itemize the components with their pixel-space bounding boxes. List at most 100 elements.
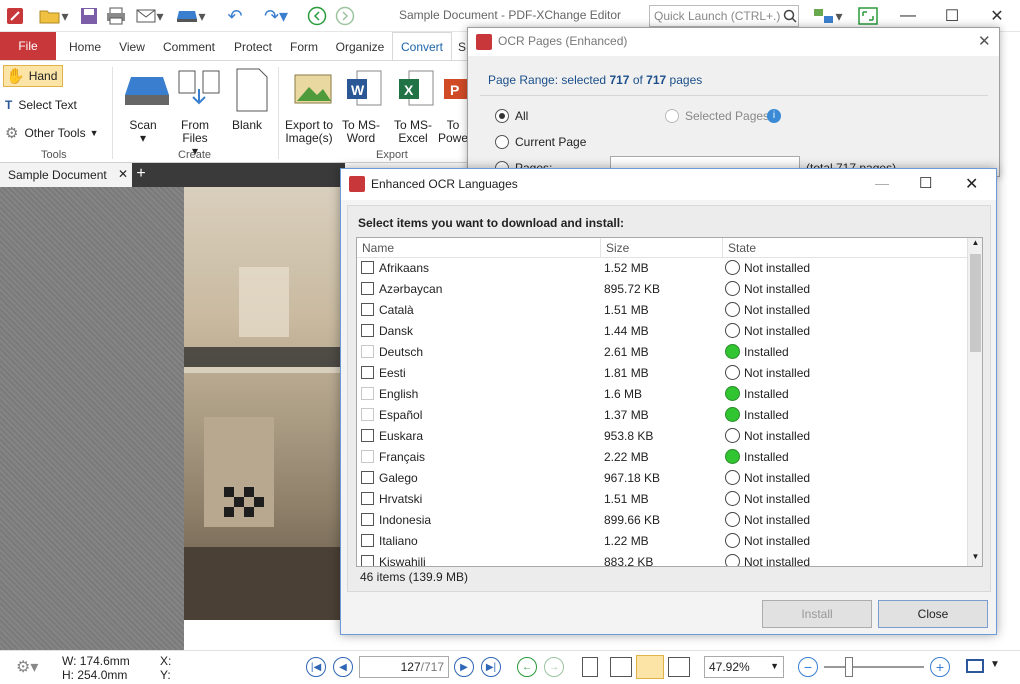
column-header-size[interactable]: Size: [601, 238, 723, 258]
table-row[interactable]: Galego 967.18 KB Not installed: [357, 468, 967, 489]
row-checkbox[interactable]: [361, 303, 374, 316]
zoom-slider[interactable]: [824, 666, 924, 668]
view-mode-icon[interactable]: [966, 659, 984, 673]
continuous-facing-icon[interactable]: [668, 657, 690, 677]
fullscreen-icon[interactable]: [856, 5, 880, 27]
install-button[interactable]: Install: [762, 600, 872, 628]
scroll-up-icon[interactable]: ▲: [969, 238, 982, 252]
single-page-icon[interactable]: [582, 657, 598, 677]
table-row[interactable]: Hrvatski 1.51 MB Not installed: [357, 489, 967, 510]
close-icon[interactable]: ✕: [978, 32, 991, 50]
language-list[interactable]: Name Size State Afrikaans 1.52 MB Not inst…: [356, 237, 983, 567]
row-checkbox[interactable]: [361, 513, 374, 526]
table-row[interactable]: Français 2.22 MB Installed: [357, 447, 967, 468]
table-row[interactable]: Español 1.37 MB Installed: [357, 405, 967, 426]
from-files-button[interactable]: From Files ▾: [168, 67, 222, 158]
table-row[interactable]: Euskara 953.8 KB Not installed: [357, 426, 967, 447]
tab-comment[interactable]: Comment: [158, 36, 220, 60]
export-images-label: Export to Image(s): [284, 118, 334, 145]
scan-qat-icon[interactable]: ▾: [172, 5, 210, 27]
next-page-icon[interactable]: ▶: [454, 657, 474, 677]
first-page-icon[interactable]: |◀: [306, 657, 326, 677]
continuous-page-icon[interactable]: [610, 657, 632, 677]
scrollbar[interactable]: ▲ ▼: [967, 238, 982, 566]
tab-form[interactable]: Form: [284, 36, 324, 60]
scan-button[interactable]: Scan ▾: [116, 67, 170, 145]
zoom-slider-thumb[interactable]: [845, 657, 853, 677]
blank-button[interactable]: Blank: [220, 67, 274, 132]
other-tools-button[interactable]: ⚙ Other Tools ▼: [3, 122, 109, 144]
tab-convert[interactable]: Convert: [392, 32, 452, 60]
close-button[interactable]: Close: [878, 600, 988, 628]
row-checkbox[interactable]: [361, 366, 374, 379]
last-page-icon[interactable]: ▶|: [481, 657, 501, 677]
table-row[interactable]: Kiswahili 883.2 KB Not installed: [357, 552, 967, 566]
print-icon[interactable]: [104, 5, 128, 27]
table-row[interactable]: Eesti 1.81 MB Not installed: [357, 363, 967, 384]
zoom-out-icon[interactable]: −: [798, 657, 818, 677]
row-checkbox[interactable]: [361, 282, 374, 295]
new-tab-icon[interactable]: +: [132, 165, 150, 185]
tab-view[interactable]: View: [112, 36, 152, 60]
zoom-in-icon[interactable]: +: [930, 657, 950, 677]
export-images-button[interactable]: Export to Image(s): [282, 67, 336, 145]
to-powerpoint-button[interactable]: P To Powe: [438, 67, 468, 145]
back-icon[interactable]: [306, 5, 328, 27]
info-icon[interactable]: i: [767, 109, 781, 123]
scroll-down-icon[interactable]: ▼: [969, 552, 982, 566]
close-tab-icon[interactable]: ✕: [118, 167, 128, 181]
tab-organize[interactable]: Organize: [330, 36, 390, 60]
radio-all[interactable]: [495, 109, 509, 123]
search-icon[interactable]: [781, 5, 799, 27]
tab-file[interactable]: File: [0, 32, 56, 60]
hand-tool-button[interactable]: ✋ Hand: [3, 65, 63, 87]
to-excel-button[interactable]: X To MS-Excel: [386, 67, 440, 145]
zoom-select[interactable]: 47.92% ▼: [704, 656, 784, 678]
to-word-button[interactable]: W To MS-Word: [334, 67, 388, 145]
table-row[interactable]: Azərbaycan 895.72 KB Not installed: [357, 279, 967, 300]
document-tab[interactable]: Sample Document ✕: [0, 163, 132, 187]
table-row[interactable]: Italiano 1.22 MB Not installed: [357, 531, 967, 552]
row-checkbox[interactable]: [361, 261, 374, 274]
scrollbar-thumb[interactable]: [970, 254, 981, 352]
settings-gear-icon[interactable]: ⚙▾: [16, 657, 38, 677]
row-checkbox[interactable]: [361, 471, 374, 484]
table-row[interactable]: Afrikaans 1.52 MB Not installed: [357, 258, 967, 279]
column-header-state[interactable]: State: [723, 238, 967, 258]
maximize-icon[interactable]: ☐: [919, 174, 932, 192]
quick-launch-input[interactable]: Quick Launch (CTRL+.): [649, 5, 799, 27]
column-header-name[interactable]: Name: [357, 238, 601, 258]
table-row[interactable]: English 1.6 MB Installed: [357, 384, 967, 405]
open-folder-icon[interactable]: ▾: [36, 5, 72, 27]
table-row[interactable]: Indonesia 899.66 KB Not installed: [357, 510, 967, 531]
prev-page-icon[interactable]: ◀: [333, 657, 353, 677]
select-text-button[interactable]: T Select Text: [3, 94, 103, 116]
forward-view-icon[interactable]: →: [544, 657, 564, 677]
table-row[interactable]: Dansk 1.44 MB Not installed: [357, 321, 967, 342]
installed-icon: [725, 449, 740, 464]
radio-selected-pages[interactable]: [665, 109, 679, 123]
forward-icon[interactable]: [334, 5, 356, 27]
tab-protect[interactable]: Protect: [226, 36, 280, 60]
page-number-field[interactable]: 127/717: [359, 656, 449, 678]
row-checkbox[interactable]: [361, 429, 374, 442]
email-icon[interactable]: ▾: [132, 5, 168, 27]
facing-pages-icon[interactable]: [636, 655, 664, 679]
minimize-icon[interactable]: —: [875, 175, 889, 191]
back-view-icon[interactable]: ←: [517, 657, 537, 677]
save-icon[interactable]: [78, 5, 100, 27]
table-row[interactable]: Deutsch 2.61 MB Installed: [357, 342, 967, 363]
customize-icon[interactable]: ▾: [808, 5, 848, 27]
row-checkbox[interactable]: [361, 324, 374, 337]
undo-icon[interactable]: ↶: [220, 5, 250, 27]
chevron-down-icon[interactable]: ▼: [990, 659, 1000, 670]
not-installed-icon: [725, 470, 740, 485]
table-row[interactable]: Català 1.51 MB Not installed: [357, 300, 967, 321]
row-checkbox[interactable]: [361, 555, 374, 566]
row-checkbox[interactable]: [361, 534, 374, 547]
row-checkbox[interactable]: [361, 492, 374, 505]
tab-home[interactable]: Home: [64, 36, 106, 60]
close-icon[interactable]: ✕: [965, 174, 978, 194]
redo-icon[interactable]: ↷▾: [256, 5, 296, 27]
radio-current-page[interactable]: [495, 135, 509, 149]
